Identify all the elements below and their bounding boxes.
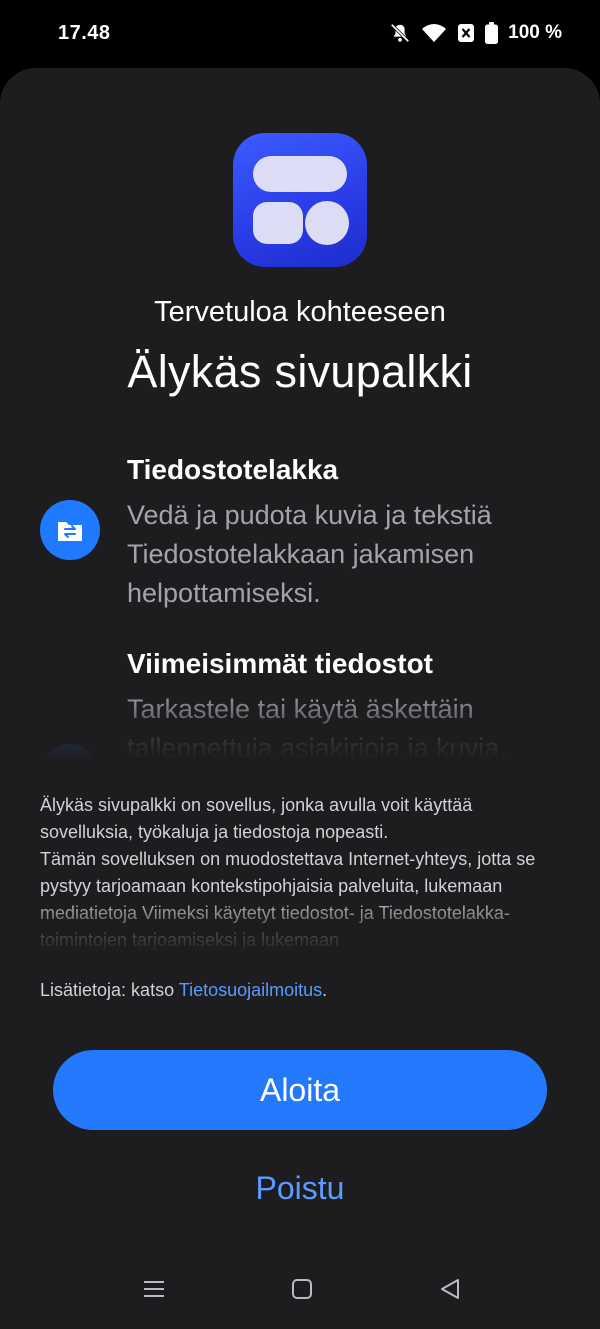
privacy-notice-link[interactable]: Tietosuojailmoitus [179, 980, 322, 1000]
home-icon[interactable] [291, 1278, 313, 1305]
feature-description: Tarkastele tai käytä äskettäin tallennet… [127, 694, 507, 760]
app-info-text[interactable]: Älykäs sivupalkki on sovellus, jonka avu… [40, 792, 560, 954]
feature-list[interactable]: Tiedostotelakka Vedä ja pudota kuvia ja … [0, 450, 600, 760]
more-info-suffix: . [322, 980, 328, 1000]
battery-icon [485, 22, 499, 44]
recent-files-icon [40, 744, 100, 760]
feature-title: Tiedostotelakka [127, 454, 339, 485]
file-dock-icon [40, 500, 100, 560]
feature-description: Vedä ja pudota kuvia ja tekstiä Tiedosto… [127, 500, 492, 608]
notification-x-icon [457, 23, 475, 43]
more-info-prefix: Lisätietoja: katso [40, 980, 179, 1000]
info-paragraph: Tämän sovelluksen on muodostettava Inter… [40, 849, 536, 950]
more-info: Lisätietoja: katso Tietosuojailmoitus. [40, 980, 327, 1001]
battery-level: 100 % [508, 22, 562, 43]
feature-title: Viimeisimmät tiedostot [127, 648, 434, 679]
start-button[interactable]: Aloita [53, 1050, 547, 1130]
back-icon[interactable] [439, 1278, 461, 1305]
navigation-bar [0, 1264, 600, 1320]
info-paragraph: Älykäs sivupalkki on sovellus, jonka avu… [40, 795, 473, 842]
status-icons: 100 % [389, 22, 562, 44]
status-time: 17.48 [58, 21, 111, 44]
welcome-text: Tervetuloa kohteeseen [154, 296, 446, 328]
exit-button[interactable]: Poistu [200, 1166, 400, 1210]
welcome-sheet: Tervetuloa kohteeseen Älykäs sivupalkki … [0, 68, 600, 1329]
smart-sidebar-app-icon [233, 133, 367, 267]
bell-muted-icon [389, 22, 411, 44]
page-title: Älykäs sivupalkki [127, 346, 473, 397]
status-bar: 17.48 100 % [0, 0, 600, 70]
wifi-icon [421, 22, 447, 44]
menu-icon[interactable] [143, 1278, 165, 1305]
